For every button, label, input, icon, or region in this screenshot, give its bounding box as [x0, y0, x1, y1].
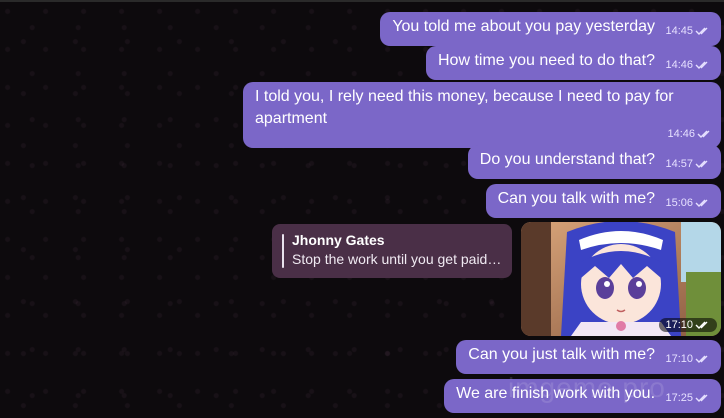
- message-meta: 14:45: [665, 20, 711, 42]
- message-meta: 17:25: [665, 387, 711, 409]
- message-meta: 14:57: [665, 153, 711, 175]
- message-meta: 17:10: [665, 348, 711, 370]
- message-time: 17:10: [665, 353, 693, 365]
- message-text: Do you understand that?: [479, 151, 656, 168]
- double-check-icon: [695, 394, 708, 402]
- reply-author: Jhonny Gates: [292, 232, 385, 248]
- double-check-icon: [695, 160, 708, 168]
- message-time: 14:45: [665, 25, 693, 37]
- double-check-icon: [695, 27, 708, 35]
- photo-meta: 17:10: [659, 318, 717, 332]
- photo-message[interactable]: 17:10: [521, 222, 721, 336]
- message-meta: 14:46: [665, 54, 711, 76]
- reply-accent-bar: [282, 234, 284, 268]
- double-check-icon: [695, 61, 708, 69]
- double-check-icon: [695, 199, 708, 207]
- message-text: Can you just talk with me?: [468, 346, 656, 363]
- message-text: How time you need to do that?: [437, 52, 656, 69]
- header-divider: [0, 0, 724, 2]
- double-check-icon: [695, 321, 708, 329]
- message-text: I told you, I rely need this money, beca…: [255, 88, 674, 127]
- double-check-icon: [695, 355, 708, 363]
- message-text: Can you talk with me?: [497, 190, 656, 207]
- message-time: 17:10: [665, 319, 693, 331]
- message-time: 15:06: [665, 197, 693, 209]
- reply-preview[interactable]: Jhonny Gates Stop the work until you get…: [272, 224, 512, 278]
- outgoing-message[interactable]: How time you need to do that? 14:46: [425, 46, 721, 80]
- message-time: 14:57: [665, 158, 693, 170]
- outgoing-message[interactable]: Do you understand that? 14:57: [467, 145, 721, 179]
- outgoing-message[interactable]: You told me about you pay yesterday 14:4…: [380, 12, 721, 46]
- message-time: 14:46: [667, 128, 695, 140]
- outgoing-message[interactable]: I told you, I rely need this money, beca…: [243, 82, 721, 148]
- message-meta: 14:46: [667, 123, 713, 145]
- message-meta: 15:06: [665, 192, 711, 214]
- message-text: You told me about you pay yesterday: [392, 18, 656, 35]
- reply-text: Stop the work until you get paid ...: [292, 251, 502, 267]
- message-time: 17:25: [665, 392, 693, 404]
- message-time: 14:46: [665, 59, 693, 71]
- double-check-icon: [697, 130, 710, 138]
- watermark: imgemo.pro: [508, 372, 666, 403]
- outgoing-message[interactable]: Can you just talk with me? 17:10: [456, 340, 721, 374]
- outgoing-message[interactable]: Can you talk with me? 15:06: [485, 184, 721, 218]
